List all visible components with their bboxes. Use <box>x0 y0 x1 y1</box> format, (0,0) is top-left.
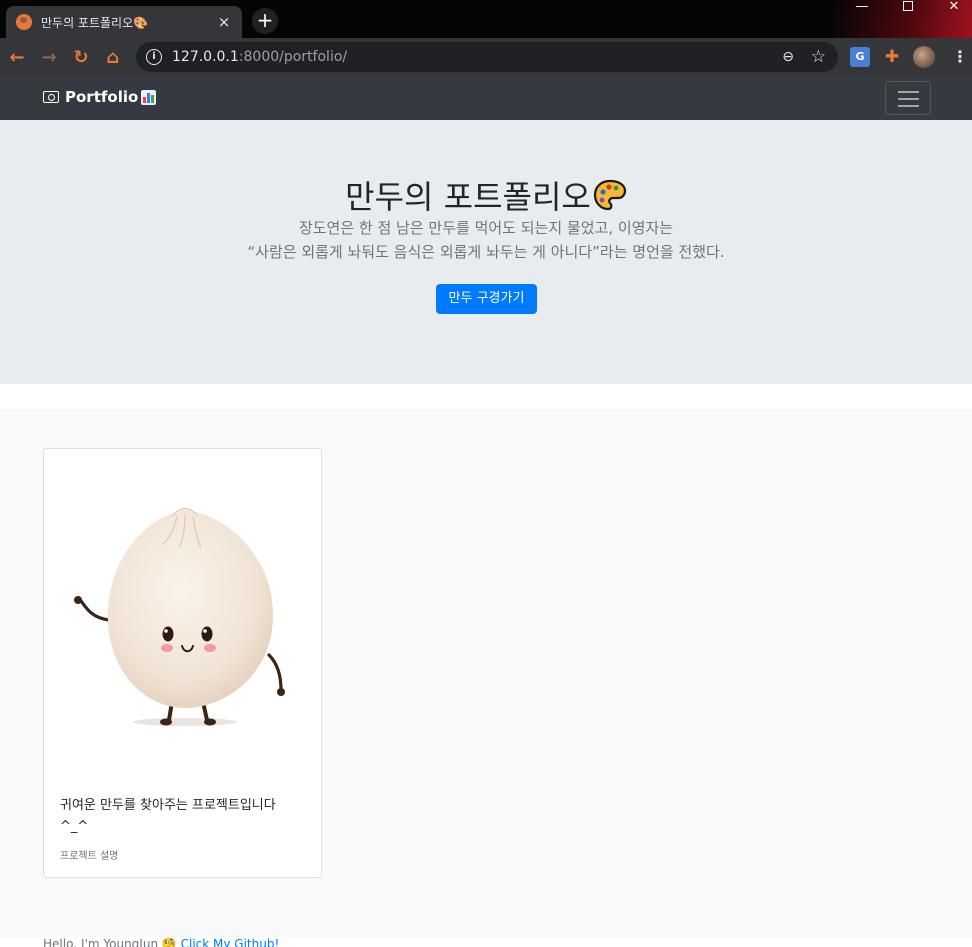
hamburger-icon <box>898 91 919 93</box>
navbar-brand[interactable]: Portfolio <box>43 88 157 106</box>
address-bar[interactable]: i 127.0.0.1 :8000/portfolio/ ⊖ ☆ <box>136 42 838 72</box>
close-icon[interactable]: × <box>216 13 232 31</box>
translate-extension-icon[interactable]: G <box>850 47 870 67</box>
url-path: :8000/portfolio/ <box>238 49 348 65</box>
forward-button[interactable]: → <box>33 41 65 73</box>
project-card[interactable]: 귀여운 만두를 찾아주는 프로젝트입니다 ^_^ 프로젝트 설명 <box>43 448 322 878</box>
navbar-toggler-button[interactable] <box>885 81 931 115</box>
mandu-image[interactable] <box>45 450 322 780</box>
browse-mandu-button[interactable]: 만두 구경가기 <box>436 284 537 314</box>
reload-button[interactable]: ↻ <box>65 41 97 73</box>
profile-avatar[interactable] <box>913 46 935 68</box>
browser-menu-icon[interactable]: ⋮ <box>950 47 970 67</box>
maximize-icon <box>903 1 913 11</box>
window-close-button[interactable]: ✕ <box>932 0 972 20</box>
album-section: 귀여운 만두를 찾아주는 프로젝트입니다 ^_^ 프로젝트 설명 <box>0 409 972 937</box>
footer: Hello, I'm YoungJun 🧐 Click My Github! <box>43 937 279 947</box>
footer-text: Hello, I'm YoungJun 🧐 <box>43 937 181 947</box>
hero-lead-line-1: 장도연은 한 점 남은 만두를 먹어도 되는지 물었고, 이영자는 <box>298 219 674 237</box>
card-text: 귀여운 만두를 찾아주는 프로젝트입니다 ^_^ <box>60 798 276 834</box>
bookmark-star-icon[interactable]: ☆ <box>811 47 826 67</box>
zoom-icon[interactable]: ⊖ <box>782 49 794 65</box>
home-button[interactable]: ⌂ <box>97 41 129 73</box>
back-button[interactable]: ← <box>1 41 33 73</box>
palette-icon <box>593 179 627 211</box>
camera-icon <box>43 91 59 103</box>
extensions-puzzle-icon[interactable]: ✚ <box>882 47 902 67</box>
maximize-button[interactable] <box>886 0 930 20</box>
url-host: 127.0.0.1 <box>172 49 239 65</box>
hero-section: 만두의 포트폴리오 장도연은 한 점 남은 만두를 먹어도 되는지 물었고, 이… <box>0 120 972 384</box>
hero-title: 만두의 포트폴리오 <box>0 172 972 218</box>
browser-toolbar: ← → ↻ ⌂ i 127.0.0.1 :8000/portfolio/ ⊖ ☆… <box>0 38 972 76</box>
card-subtext: 프로젝트 설명 <box>60 851 119 862</box>
globe-icon <box>16 14 32 30</box>
browser-tab[interactable]: 만두의 포트폴리오🎨 × <box>6 6 242 38</box>
site-navbar: Portfolio <box>0 76 972 120</box>
brand-label: Portfolio <box>65 88 139 106</box>
info-icon[interactable]: i <box>146 49 162 65</box>
github-link[interactable]: Click My Github! <box>181 937 280 947</box>
hamburger-icon-line <box>898 105 919 107</box>
hamburger-icon-line <box>898 98 919 100</box>
new-tab-button[interactable]: + <box>252 8 278 34</box>
hero-lead-line-2: “사람은 외롭게 놔둬도 음식은 외롭게 놔두는 게 아니다”라는 명언을 전했… <box>247 243 725 261</box>
browser-tab-bar: 만두의 포트폴리오🎨 × + — ✕ <box>0 0 972 38</box>
tab-title: 만두의 포트폴리오🎨 <box>41 15 149 30</box>
hero-title-text: 만두의 포트폴리오 <box>345 178 591 216</box>
bar-chart-icon <box>141 89 157 105</box>
minimize-button[interactable]: — <box>840 0 884 20</box>
